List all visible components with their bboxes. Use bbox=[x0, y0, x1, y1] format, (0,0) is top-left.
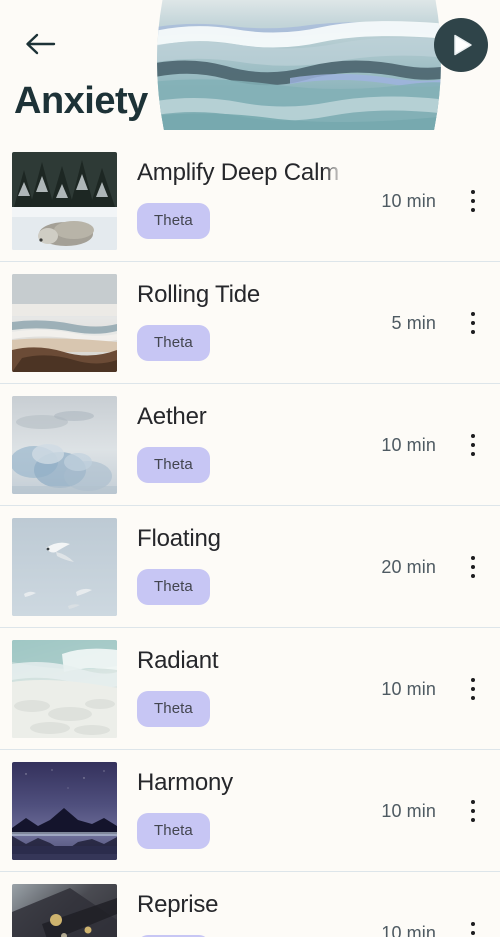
track-meta: 20 min bbox=[381, 518, 486, 616]
track-info: Radiant Theta bbox=[117, 640, 381, 738]
track-badge: Theta bbox=[137, 203, 210, 239]
more-vertical-icon[interactable] bbox=[462, 186, 484, 216]
track-thumbnail bbox=[12, 884, 117, 937]
track-row[interactable]: Floating Theta 20 min bbox=[0, 506, 500, 628]
page-title: Anxiety bbox=[14, 80, 148, 122]
abstract-waves-illustration bbox=[150, 0, 448, 130]
more-vertical-icon[interactable] bbox=[462, 430, 484, 460]
track-meta: 10 min bbox=[381, 640, 486, 738]
track-badge: Theta bbox=[137, 569, 210, 605]
track-duration: 5 min bbox=[391, 312, 436, 333]
track-meta: 10 min bbox=[381, 884, 486, 937]
track-badge: Theta bbox=[137, 325, 210, 361]
track-info: Floating Theta bbox=[117, 518, 381, 616]
track-thumbnail bbox=[12, 762, 117, 860]
track-row[interactable]: Rolling Tide Theta 5 min bbox=[0, 262, 500, 384]
track-thumbnail bbox=[12, 518, 117, 616]
track-title: Aether bbox=[137, 403, 207, 430]
arrow-left-icon bbox=[23, 31, 57, 57]
track-row[interactable]: Radiant Theta 10 min bbox=[0, 628, 500, 750]
track-info: Rolling Tide Theta bbox=[117, 274, 391, 372]
track-meta: 5 min bbox=[391, 274, 486, 372]
play-button[interactable] bbox=[434, 18, 488, 72]
track-info: Harmony Theta bbox=[117, 762, 381, 860]
track-title: Reprise bbox=[137, 891, 219, 918]
track-info: Reprise Theta bbox=[117, 884, 381, 937]
more-vertical-icon[interactable] bbox=[462, 552, 484, 582]
play-icon bbox=[449, 33, 474, 57]
track-meta: 10 min bbox=[381, 762, 486, 860]
track-badge: Theta bbox=[137, 447, 210, 483]
track-duration: 10 min bbox=[381, 190, 436, 211]
track-meta: 10 min bbox=[381, 396, 486, 494]
track-title: Rolling Tide bbox=[137, 281, 261, 308]
more-vertical-icon[interactable] bbox=[462, 308, 484, 338]
back-button[interactable] bbox=[14, 18, 66, 70]
track-title: Floating bbox=[137, 525, 221, 552]
track-duration: 20 min bbox=[381, 556, 436, 577]
track-thumbnail bbox=[12, 274, 117, 372]
track-thumbnail bbox=[12, 152, 117, 250]
track-title: Harmony bbox=[137, 769, 233, 796]
track-row[interactable]: Reprise Theta 10 min bbox=[0, 872, 500, 937]
track-thumbnail bbox=[12, 640, 117, 738]
track-badge: Theta bbox=[137, 691, 210, 727]
track-duration: 10 min bbox=[381, 922, 436, 937]
track-title: Amplify Deep Calm bbox=[137, 159, 339, 186]
track-thumbnail bbox=[12, 396, 117, 494]
more-vertical-icon[interactable] bbox=[462, 796, 484, 826]
track-title: Radiant bbox=[137, 647, 219, 674]
track-row[interactable]: Harmony Theta 10 min bbox=[0, 750, 500, 872]
page-header: Anxiety bbox=[0, 0, 500, 140]
track-badge: Theta bbox=[137, 813, 210, 849]
more-vertical-icon[interactable] bbox=[462, 674, 484, 704]
track-info: Aether Theta bbox=[117, 396, 381, 494]
track-duration: 10 min bbox=[381, 800, 436, 821]
more-vertical-icon[interactable] bbox=[462, 918, 484, 937]
track-info: Amplify Deep Calm Theta bbox=[117, 152, 381, 250]
track-row[interactable]: Amplify Deep Calm Theta 10 min bbox=[0, 140, 500, 262]
track-duration: 10 min bbox=[381, 434, 436, 455]
track-row[interactable]: Aether Theta 10 min bbox=[0, 384, 500, 506]
track-list: Amplify Deep Calm Theta 10 min Rolling T… bbox=[0, 140, 500, 937]
track-meta: 10 min bbox=[381, 152, 486, 250]
track-duration: 10 min bbox=[381, 678, 436, 699]
